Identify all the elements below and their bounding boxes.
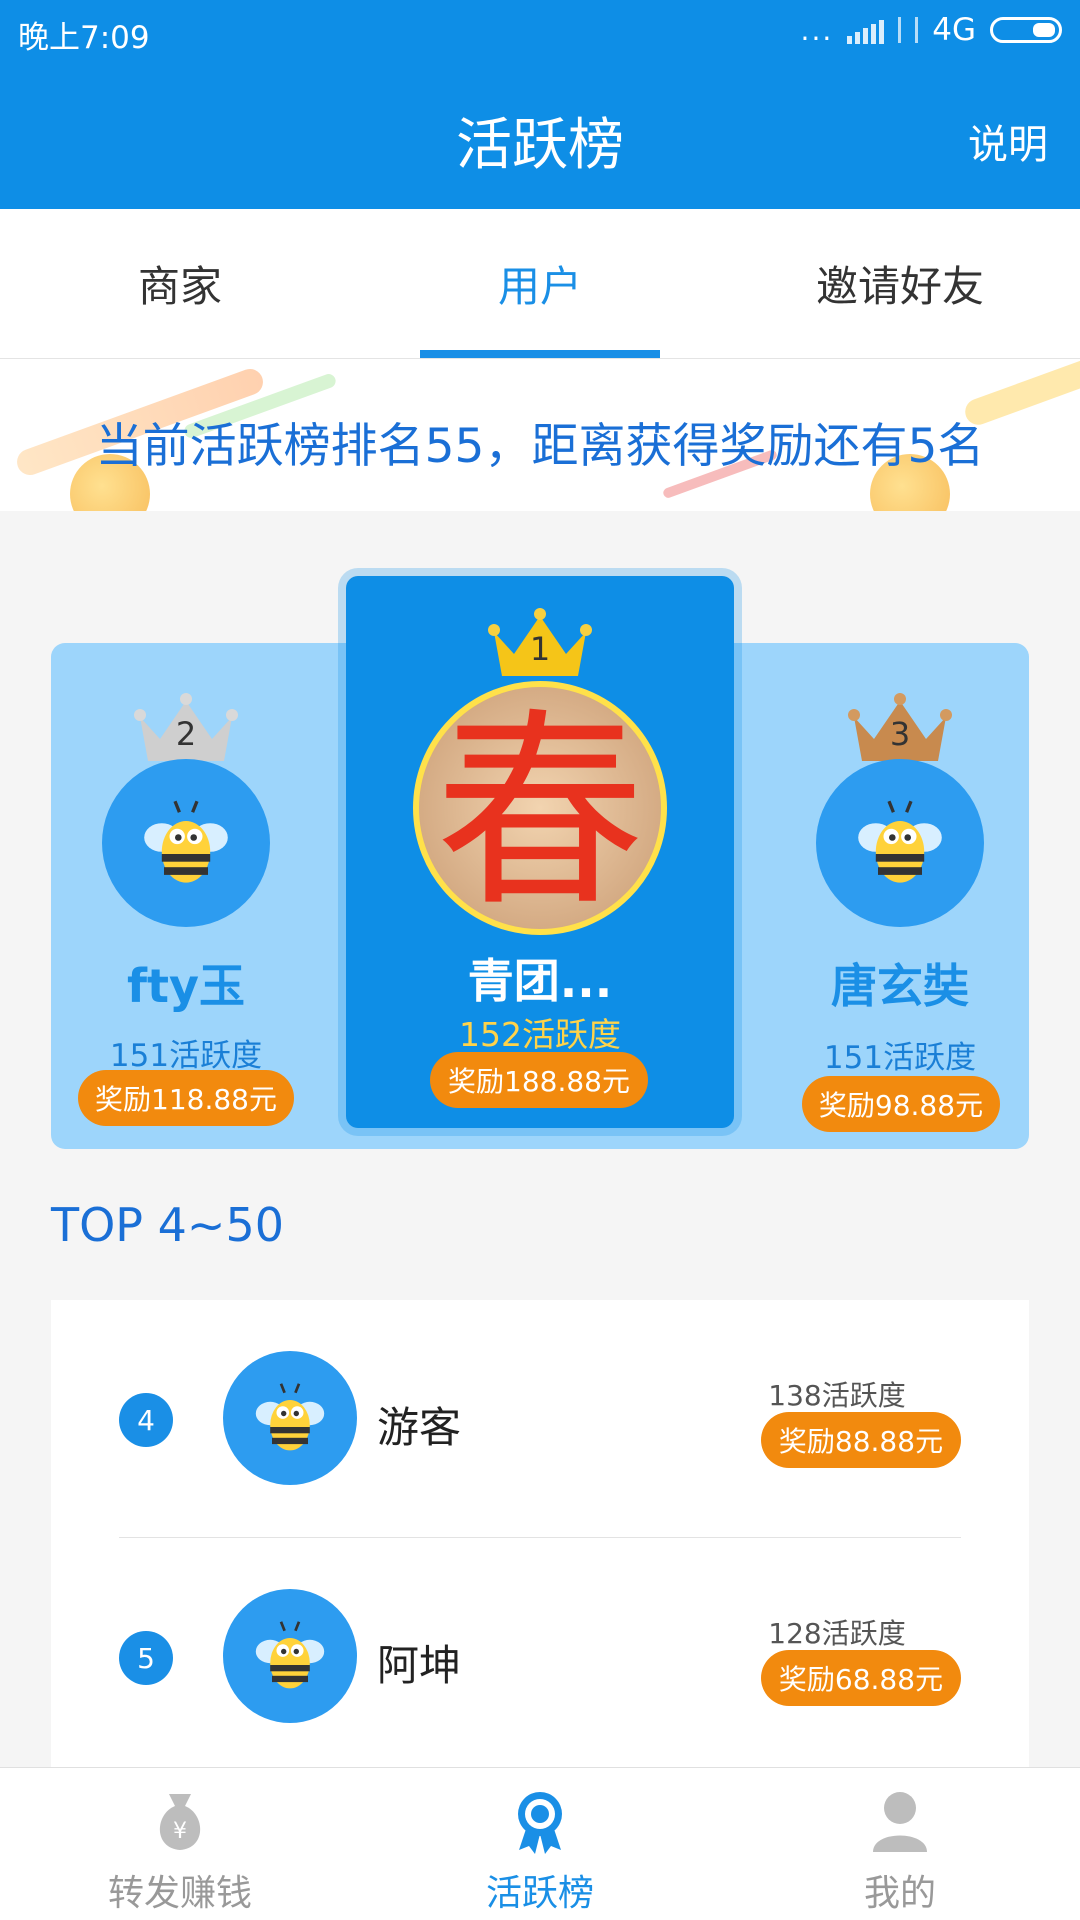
tab-bar: 商家 用户 邀请好友 xyxy=(0,209,1080,359)
top-list: 4 游客 138活跃度 奖励88.88元 5 阿坤 128活跃度 奖励68.88… xyxy=(51,1300,1029,1770)
status-indicators: ... 4G xyxy=(801,12,1062,48)
list-item-reward: 奖励68.88元 xyxy=(761,1650,961,1706)
podium-name-second: fty玉 xyxy=(127,959,245,1013)
list-item[interactable]: 4 游客 138活跃度 奖励88.88元 xyxy=(51,1300,1029,1536)
money-bag-icon: ¥ xyxy=(145,1786,215,1856)
bottom-nav: ¥ 转发赚钱 活跃榜 我的 xyxy=(0,1767,1080,1920)
rank-banner: 当前活跃榜排名55，距离获得奖励还有5名 xyxy=(0,359,1080,511)
rank-number: 1 xyxy=(529,630,551,668)
banner-text: 当前活跃榜排名55，距离获得奖励还有5名 xyxy=(95,419,985,474)
medal-icon xyxy=(505,1786,575,1856)
nav-mine[interactable]: 我的 xyxy=(720,1768,1080,1920)
list-item-name: 游客 xyxy=(377,1403,462,1452)
podium-activity-third: 151活跃度 xyxy=(823,1040,977,1076)
app-header: 晚上7:09 ... 4G 活跃榜 说明 xyxy=(0,0,1080,209)
nav-label: 活跃榜 xyxy=(485,1873,594,1914)
list-item-activity: 128活跃度 xyxy=(768,1617,906,1650)
bee-icon xyxy=(255,1383,325,1451)
rank-badge: 5 xyxy=(119,1631,173,1685)
bee-avatar xyxy=(223,1351,357,1485)
bronze-crown-icon: 3 xyxy=(848,693,952,765)
nav-activity-rank[interactable]: 活跃榜 xyxy=(360,1768,720,1920)
user-icon xyxy=(865,1786,935,1856)
status-dots: ... xyxy=(800,13,834,47)
signal-icon xyxy=(847,16,885,44)
gold-crown-icon: 1 xyxy=(488,608,592,680)
podium-name-first: 青团... xyxy=(467,954,613,1008)
bee-icon xyxy=(255,1621,325,1689)
tab-merchant[interactable]: 商家 xyxy=(0,209,360,358)
rank-badge: 4 xyxy=(119,1393,173,1447)
podium-reward-first: 奖励188.88元 xyxy=(430,1052,648,1108)
rank-number: 2 xyxy=(175,715,197,753)
podium-name-third: 唐玄奘 xyxy=(831,959,969,1013)
nav-forward-earn[interactable]: ¥ 转发赚钱 xyxy=(0,1768,360,1920)
status-time: 晚上7:09 xyxy=(18,20,150,56)
silver-crown-icon: 2 xyxy=(134,693,238,765)
bee-icon xyxy=(144,800,228,883)
list-item[interactable]: 5 阿坤 128活跃度 奖励68.88元 xyxy=(51,1538,1029,1774)
list-item-reward: 奖励88.88元 xyxy=(761,1412,961,1468)
bee-avatar xyxy=(223,1589,357,1723)
podium-activity-first: 152活跃度 xyxy=(459,1015,621,1054)
explain-button[interactable]: 说明 xyxy=(968,112,1048,170)
tab-user[interactable]: 用户 xyxy=(360,209,720,358)
podium-reward-second: 奖励118.88元 xyxy=(78,1070,294,1126)
podium-activity-second: 151活跃度 xyxy=(109,1038,263,1074)
podium-reward-third: 奖励98.88元 xyxy=(802,1076,1000,1132)
network-type: 4G xyxy=(932,12,976,48)
chun-avatar[interactable]: 春 xyxy=(413,681,667,935)
chun-character: 春 xyxy=(434,690,645,935)
nav-label: 我的 xyxy=(863,1873,936,1914)
list-item-name: 阿坤 xyxy=(377,1641,462,1690)
battery-icon xyxy=(990,17,1062,43)
svg-text:¥: ¥ xyxy=(173,1819,187,1844)
nav-label: 转发赚钱 xyxy=(107,1873,252,1914)
page-title: 活跃榜 xyxy=(456,113,624,178)
bee-icon xyxy=(858,800,942,883)
bee-avatar[interactable] xyxy=(102,759,270,927)
bee-avatar[interactable] xyxy=(816,759,984,927)
rank-number: 3 xyxy=(889,715,911,753)
tab-invite-friends[interactable]: 邀请好友 xyxy=(720,209,1080,358)
list-item-activity: 138活跃度 xyxy=(768,1379,906,1412)
top-list-title: TOP 4~50 xyxy=(51,1198,285,1252)
data-transfer-icon xyxy=(898,17,919,43)
